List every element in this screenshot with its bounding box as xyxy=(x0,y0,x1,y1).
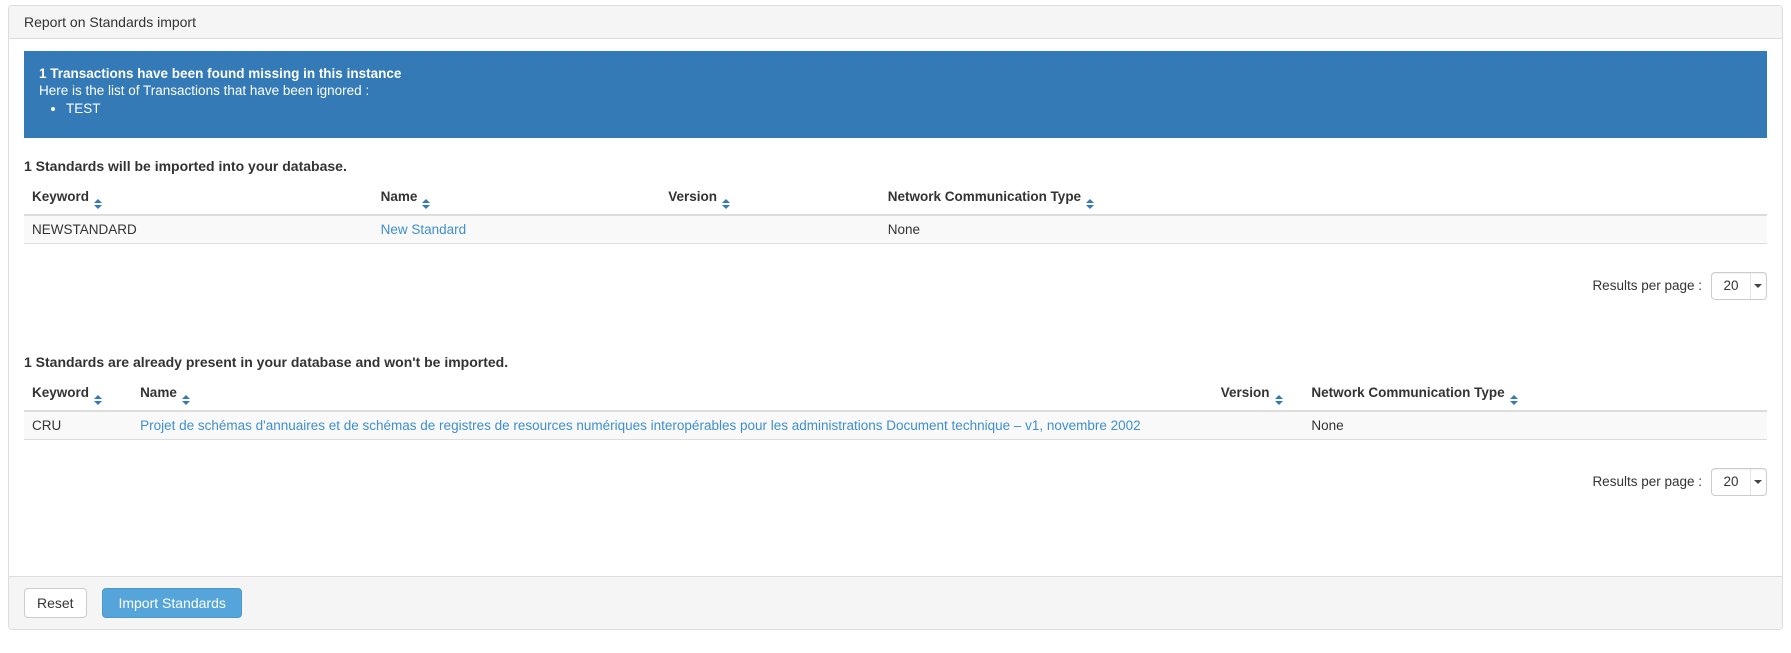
column-header-label: Name xyxy=(140,385,177,400)
results-per-page-label: Results per page : xyxy=(1592,474,1702,489)
sort-icon xyxy=(1086,199,1094,209)
select-caret xyxy=(1750,273,1766,299)
page: Report on Standards import 1 Transaction… xyxy=(0,0,1791,653)
results-per-page-bar: Results per page : 20 xyxy=(24,468,1767,496)
column-header-keyword[interactable]: Keyword xyxy=(24,380,132,411)
column-header-label: Network Communication Type xyxy=(888,189,1081,204)
table-header-row: Keyword Name Version Network Communicati… xyxy=(24,184,1767,215)
alert-subtitle: Here is the list of Transactions that ha… xyxy=(39,82,1752,99)
sort-icon xyxy=(94,395,102,405)
panel-header: Report on Standards import xyxy=(9,6,1782,39)
ignored-transactions-list: TEST xyxy=(39,100,1752,117)
column-header-label: Version xyxy=(1221,385,1270,400)
results-per-page-label: Results per page : xyxy=(1592,278,1702,293)
selected-value: 20 xyxy=(1712,474,1750,489)
report-panel: Report on Standards import 1 Transaction… xyxy=(8,5,1783,630)
sort-icon xyxy=(722,199,730,209)
table-row: NEWSTANDARD New Standard None xyxy=(24,215,1767,244)
column-header-network-communication-type[interactable]: Network Communication Type xyxy=(1303,380,1767,411)
list-item: TEST xyxy=(66,100,1752,117)
results-per-page-select[interactable]: 20 xyxy=(1711,272,1767,300)
sort-icon xyxy=(94,199,102,209)
panel-body: 1 Transactions have been found missing i… xyxy=(9,39,1782,496)
results-per-page-select[interactable]: 20 xyxy=(1711,468,1767,496)
selected-value: 20 xyxy=(1712,278,1750,293)
existing-standards-table: Keyword Name Version Network Communicati… xyxy=(24,380,1767,440)
column-header-label: Network Communication Type xyxy=(1311,385,1504,400)
column-header-version[interactable]: Version xyxy=(660,184,880,215)
column-header-version[interactable]: Version xyxy=(1213,380,1304,411)
sort-icon xyxy=(182,395,190,405)
page-title: Report on Standards import xyxy=(24,14,196,30)
table-header-row: Keyword Name Version Network Communicati… xyxy=(24,380,1767,411)
column-header-label: Keyword xyxy=(32,189,89,204)
sort-icon xyxy=(422,199,430,209)
missing-transactions-alert: 1 Transactions have been found missing i… xyxy=(24,51,1767,138)
cell-keyword: NEWSTANDARD xyxy=(24,215,373,244)
sort-icon xyxy=(1275,395,1283,405)
cell-network-communication-type: None xyxy=(880,215,1767,244)
section-heading-already-present: 1 Standards are already present in your … xyxy=(24,354,1767,370)
section-heading-import: 1 Standards will be imported into your d… xyxy=(24,158,1767,174)
cell-keyword: CRU xyxy=(24,411,132,440)
cell-version xyxy=(1213,411,1304,440)
import-standards-button[interactable]: Import Standards xyxy=(102,588,241,618)
panel-footer: Reset Import Standards xyxy=(9,576,1782,629)
chevron-down-icon xyxy=(1754,480,1762,484)
cell-name: New Standard xyxy=(373,215,661,244)
standard-name-link[interactable]: New Standard xyxy=(381,222,467,237)
column-header-label: Keyword xyxy=(32,385,89,400)
column-header-label: Version xyxy=(668,189,717,204)
cell-version xyxy=(660,215,880,244)
chevron-down-icon xyxy=(1754,284,1762,288)
results-per-page-bar: Results per page : 20 xyxy=(24,272,1767,300)
sort-icon xyxy=(1510,395,1518,405)
cell-network-communication-type: None xyxy=(1303,411,1767,440)
column-header-name[interactable]: Name xyxy=(373,184,661,215)
column-header-network-communication-type[interactable]: Network Communication Type xyxy=(880,184,1767,215)
reset-button[interactable]: Reset xyxy=(24,588,87,618)
cell-name: Projet de schémas d'annuaires et de sché… xyxy=(132,411,1213,440)
column-header-name[interactable]: Name xyxy=(132,380,1213,411)
column-header-keyword[interactable]: Keyword xyxy=(24,184,373,215)
import-standards-table: Keyword Name Version Network Communicati… xyxy=(24,184,1767,244)
alert-title: 1 Transactions have been found missing i… xyxy=(39,65,1752,82)
standard-name-link[interactable]: Projet de schémas d'annuaires et de sché… xyxy=(140,418,1141,433)
select-caret xyxy=(1750,469,1766,495)
table-row: CRU Projet de schémas d'annuaires et de … xyxy=(24,411,1767,440)
column-header-label: Name xyxy=(381,189,418,204)
